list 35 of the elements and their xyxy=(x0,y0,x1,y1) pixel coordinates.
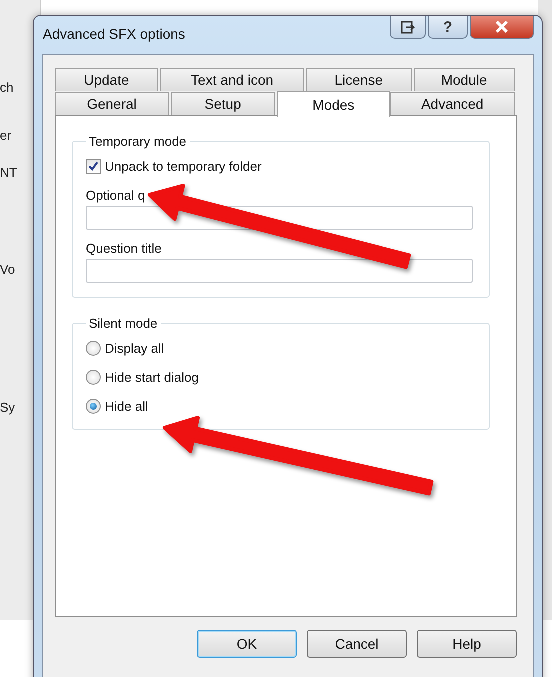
close-button[interactable] xyxy=(470,16,534,39)
dialog-button[interactable]: OK xyxy=(197,630,297,658)
tab[interactable]: Update xyxy=(55,68,158,91)
window-title: Advanced SFX options xyxy=(43,26,186,42)
tab[interactable]: Module xyxy=(414,68,515,91)
dialog-button[interactable]: Help xyxy=(417,630,517,658)
background-label: NT xyxy=(0,165,18,180)
background-label: Vo xyxy=(0,262,16,277)
dock-button[interactable] xyxy=(390,16,426,39)
tab[interactable]: Text and icon xyxy=(160,68,304,91)
checkbox[interactable] xyxy=(86,158,101,174)
group-title: Silent mode xyxy=(88,316,159,331)
tab[interactable]: Setup xyxy=(171,92,276,115)
window-icon xyxy=(401,20,415,34)
tab[interactable]: Modes xyxy=(277,91,390,117)
background-label: Sy xyxy=(0,400,16,415)
help-button[interactable]: ? xyxy=(428,16,468,39)
background-label: ch xyxy=(0,80,14,95)
tab[interactable]: General xyxy=(55,92,169,115)
radio-button[interactable] xyxy=(86,370,101,384)
close-icon xyxy=(495,21,509,33)
background-label: er xyxy=(0,128,12,143)
field-label: Question title xyxy=(86,241,163,256)
checkbox-label: Unpack to temporary folder xyxy=(105,158,262,174)
group-title: Temporary mode xyxy=(88,134,188,149)
tab[interactable]: License xyxy=(306,68,412,91)
dialog-button[interactable]: Cancel xyxy=(307,630,407,658)
radio-label: Hide start dialog xyxy=(105,370,199,384)
field-label: Optional q xyxy=(86,188,146,203)
tab[interactable]: Advanced xyxy=(390,92,515,115)
radio-label: Display all xyxy=(105,340,164,356)
input-field[interactable] xyxy=(86,259,473,283)
radio-button[interactable] xyxy=(86,340,101,356)
radio-button[interactable] xyxy=(86,398,101,414)
radio-label: Hide all xyxy=(105,398,148,414)
